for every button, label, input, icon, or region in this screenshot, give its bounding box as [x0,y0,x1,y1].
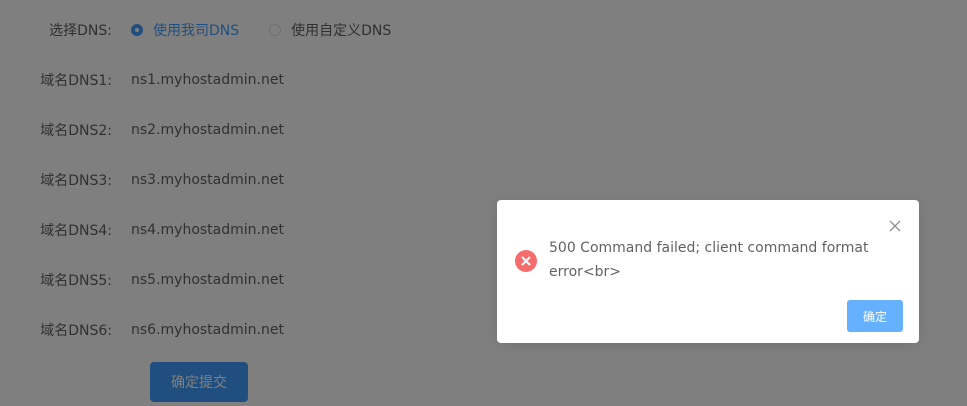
error-message-text: 500 Command failed; client command forma… [549,240,869,280]
close-icon[interactable] [887,218,903,234]
error-circle-icon [515,250,537,272]
dns-settings-page: 选择DNS: 使用我司DNS 使用自定义DNS 域名DNS1: ns1.myho… [0,0,967,406]
ok-button[interactable]: 确定 [847,300,903,332]
error-message-box: 500 Command failed; client command forma… [497,200,919,343]
